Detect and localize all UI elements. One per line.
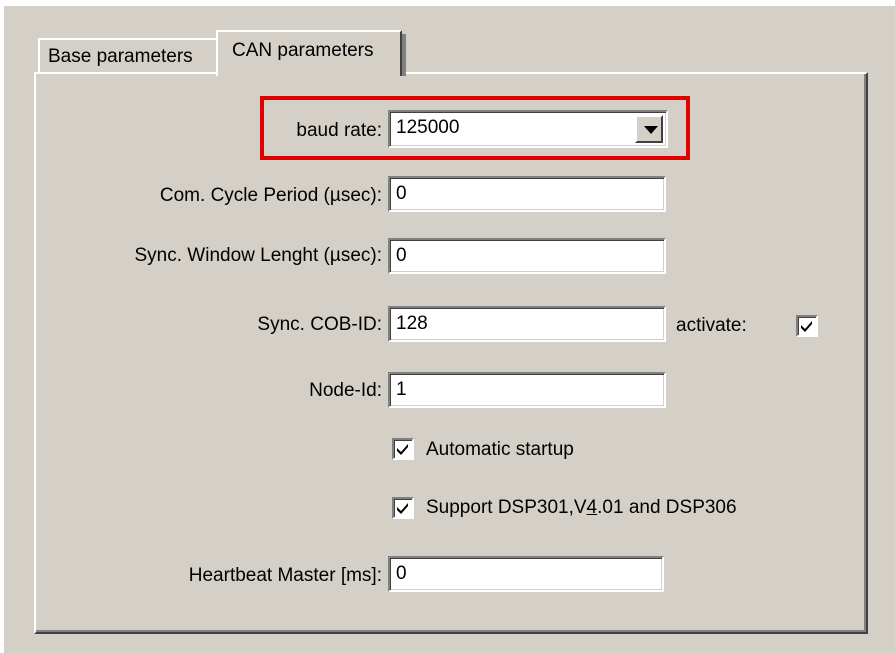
sync-window-length-value: 0 xyxy=(396,245,407,266)
node-id-input[interactable]: 1 xyxy=(388,372,666,408)
node-id-label: Node-Id: xyxy=(309,380,382,401)
tab-base-parameters[interactable]: Base parameters xyxy=(38,38,218,74)
sync-cob-id-input[interactable]: 128 xyxy=(388,306,666,342)
node-id-value: 1 xyxy=(396,379,407,400)
sync-window-length-label: Sync. Window Lenght (µsec): xyxy=(134,245,383,266)
automatic-startup-label[interactable]: Automatic startup xyxy=(426,439,574,461)
support-dsp-label[interactable]: Support DSP301,V4.01 and DSP306 xyxy=(426,497,737,519)
support-dsp-checkbox[interactable] xyxy=(392,497,414,519)
com-cycle-period-value: 0 xyxy=(396,183,407,204)
baud-rate-dropdown[interactable]: 125000 xyxy=(388,110,668,148)
tab-can-parameters-label: CAN parameters xyxy=(232,40,374,61)
sync-cob-id-label: Sync. COB-ID: xyxy=(257,314,382,335)
checkmark-icon xyxy=(397,503,408,514)
baud-rate-label: baud rate: xyxy=(296,120,382,141)
window-left-edge xyxy=(0,0,4,653)
baud-rate-value: 125000 xyxy=(396,117,460,138)
checkmark-icon xyxy=(801,321,812,332)
support-dsp-label-pre: Support DSP301,V xyxy=(426,497,587,518)
com-cycle-period-input[interactable]: 0 xyxy=(388,176,666,212)
activate-label: activate: xyxy=(676,315,747,336)
heartbeat-master-value: 0 xyxy=(396,563,407,584)
heartbeat-master-input[interactable]: 0 xyxy=(388,556,664,592)
support-dsp-label-post: .01 and DSP306 xyxy=(597,497,737,518)
chevron-down-icon xyxy=(644,126,658,134)
heartbeat-master-label: Heartbeat Master [ms]: xyxy=(188,565,382,586)
sync-window-length-input[interactable]: 0 xyxy=(388,238,666,274)
can-parameters-panel xyxy=(34,72,868,634)
tab-base-parameters-label: Base parameters xyxy=(48,46,193,67)
automatic-startup-checkbox[interactable] xyxy=(392,438,414,460)
baud-rate-dropdown-button[interactable] xyxy=(635,115,663,143)
checkmark-icon xyxy=(397,444,408,455)
com-cycle-period-label: Com. Cycle Period (µsec): xyxy=(159,185,382,206)
activate-checkbox[interactable] xyxy=(796,315,818,337)
support-dsp-label-accelerator: 4 xyxy=(586,497,598,518)
window-top-edge xyxy=(0,0,895,6)
tab-can-parameters[interactable]: CAN parameters xyxy=(216,30,406,76)
sync-cob-id-value: 128 xyxy=(396,313,428,334)
